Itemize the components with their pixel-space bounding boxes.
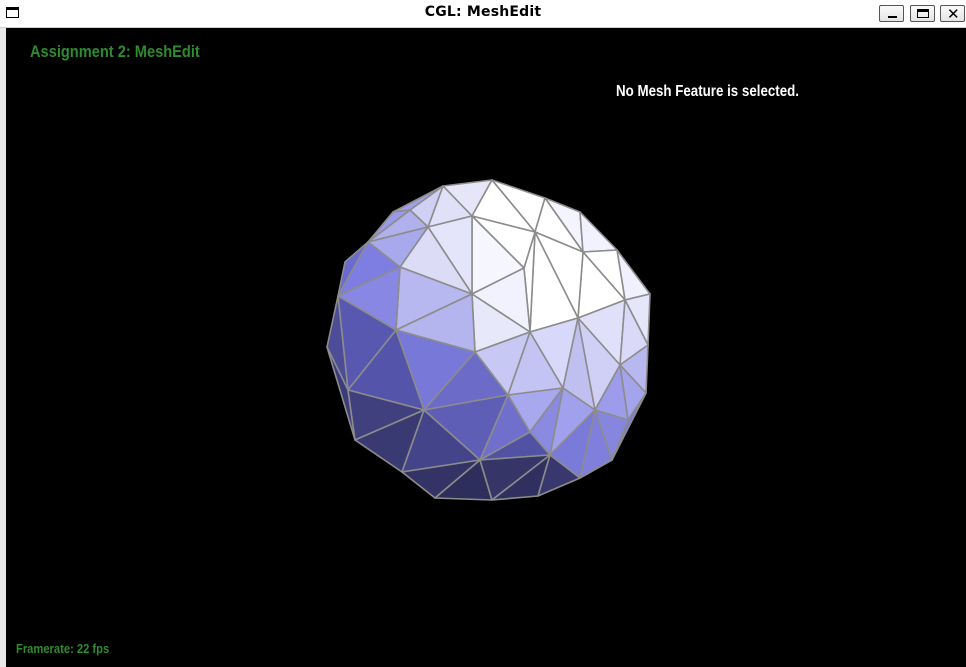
minimize-button[interactable] [879, 5, 904, 22]
selection-status: No Mesh Feature is selected. [616, 83, 799, 100]
close-icon: ✕ [947, 5, 960, 23]
application-window: CGL: MeshEdit ✕ Assignment 2: MeshEdit N… [0, 0, 966, 667]
maximize-icon [917, 9, 929, 18]
maximize-button[interactable] [910, 5, 935, 22]
assignment-title: Assignment 2: MeshEdit [30, 42, 200, 61]
close-button[interactable]: ✕ [940, 5, 965, 23]
minimize-icon [888, 16, 897, 18]
window-title: CGL: MeshEdit [424, 4, 542, 20]
framerate-readout: Framerate: 22 fps [16, 641, 110, 656]
mesh-face[interactable] [579, 211, 618, 253]
title-bar[interactable]: CGL: MeshEdit ✕ [0, 0, 966, 28]
render-viewport[interactable]: Assignment 2: MeshEdit No Mesh Feature i… [6, 28, 966, 667]
mesh-view[interactable] [6, 28, 966, 667]
